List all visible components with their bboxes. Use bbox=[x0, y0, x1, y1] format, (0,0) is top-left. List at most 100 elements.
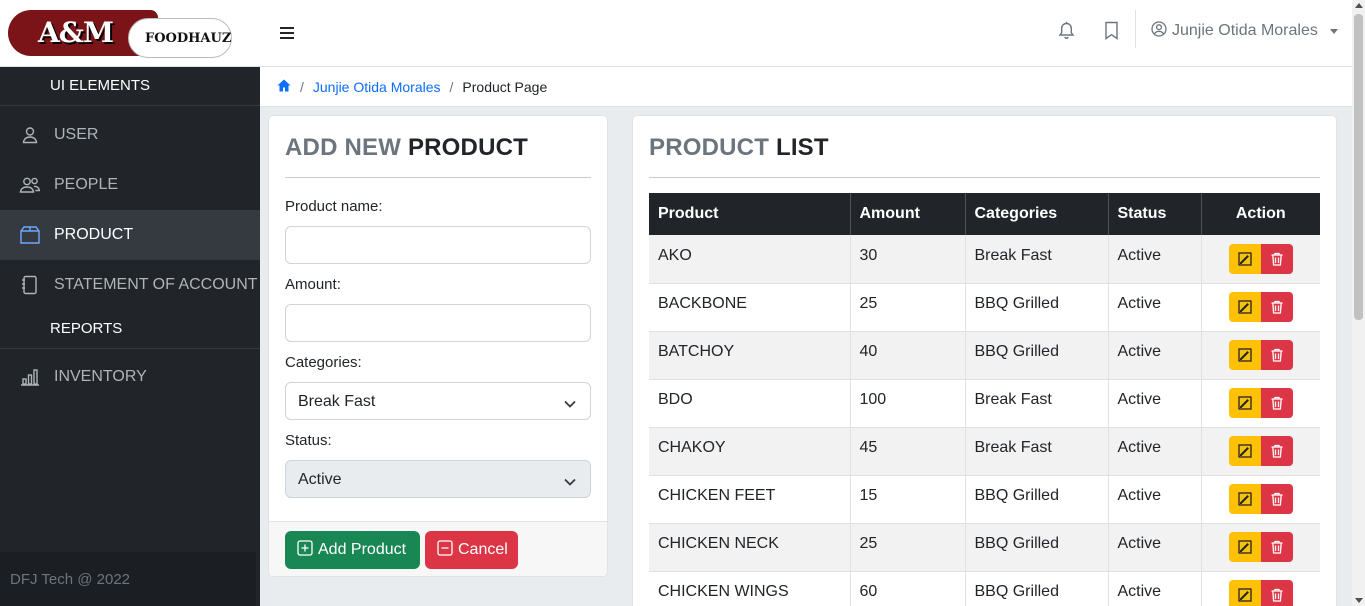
title-divider bbox=[285, 177, 591, 178]
categories-value: Break Fast bbox=[298, 393, 376, 410]
scroll-down-icon[interactable] bbox=[1355, 598, 1363, 603]
product-name-input[interactable] bbox=[285, 226, 591, 264]
edit-icon[interactable] bbox=[1228, 340, 1261, 370]
breadcrumb-user-link[interactable]: Junjie Otida Morales bbox=[313, 79, 441, 95]
menu-icon[interactable] bbox=[279, 25, 297, 41]
breadcrumb: / Junjie Otida Morales / Product Page bbox=[260, 67, 1352, 107]
cell-status: Active bbox=[1108, 571, 1202, 606]
cell-product: CHICKEN WINGS bbox=[649, 571, 851, 606]
trash-icon[interactable] bbox=[1260, 292, 1293, 322]
scrollbar-thumb[interactable] bbox=[1354, 14, 1363, 320]
form-title: ADD NEW PRODUCT bbox=[285, 134, 528, 162]
sidebar-item-label: INVENTORY bbox=[54, 368, 147, 385]
cell-category: BBQ Grilled bbox=[965, 475, 1109, 524]
trash-icon[interactable] bbox=[1260, 243, 1293, 274]
people-icon bbox=[0, 176, 54, 194]
cell-actions bbox=[1201, 235, 1320, 284]
categories-label: Categories: bbox=[285, 354, 362, 371]
brand-logo[interactable]: A&M FOODHAUZ bbox=[8, 10, 232, 58]
edit-icon[interactable] bbox=[1228, 243, 1261, 274]
cell-product: BATCHOY bbox=[649, 331, 851, 380]
trash-icon[interactable] bbox=[1260, 532, 1293, 562]
sidebar-item-label: USER bbox=[54, 126, 99, 143]
box-icon bbox=[0, 225, 54, 245]
cell-status: Active bbox=[1108, 523, 1202, 572]
cell-amount: 45 bbox=[850, 427, 966, 476]
sidebar-item-ui-elements[interactable]: UI ELEMENTS bbox=[50, 77, 150, 94]
product-name-label: Product name: bbox=[285, 198, 383, 215]
column-header-categories[interactable]: Categories bbox=[965, 193, 1109, 235]
cell-amount: 40 bbox=[850, 331, 966, 380]
cell-actions bbox=[1201, 331, 1320, 380]
list-title-bold: LIST bbox=[775, 134, 829, 161]
cell-status: Active bbox=[1108, 379, 1202, 428]
edit-icon[interactable] bbox=[1228, 580, 1261, 606]
cell-amount: 30 bbox=[850, 235, 966, 284]
status-select[interactable]: Active bbox=[285, 460, 591, 498]
table-row: AKO 30 Break Fast Active bbox=[649, 235, 1320, 284]
sidebar-item-label: STATEMENT OF ACCOUNT bbox=[54, 276, 258, 293]
page-scrollbar[interactable] bbox=[1352, 0, 1365, 606]
product-list-card: PRODUCT LIST Product Amount Categories S… bbox=[632, 115, 1337, 606]
trash-icon[interactable] bbox=[1260, 340, 1293, 370]
table-row: BDO 100 Break Fast Active bbox=[649, 379, 1320, 428]
header-divider bbox=[1135, 10, 1136, 48]
cell-product: CHICKEN FEET bbox=[649, 475, 851, 524]
sidebar-item-reports[interactable]: REPORTS bbox=[50, 320, 122, 337]
trash-icon[interactable] bbox=[1260, 484, 1293, 514]
sidebar-item-statement-of-account[interactable]: STATEMENT OF ACCOUNT bbox=[0, 260, 260, 310]
cell-product: BACKBONE bbox=[649, 283, 851, 332]
cell-actions bbox=[1201, 379, 1320, 428]
top-navbar: A&M FOODHAUZ Junjie Otida Morales bbox=[0, 0, 1352, 67]
cell-category: Break Fast bbox=[965, 379, 1109, 428]
categories-select[interactable]: Break Fast bbox=[285, 382, 591, 420]
cell-actions bbox=[1201, 571, 1320, 606]
cell-product: AKO bbox=[649, 235, 851, 284]
sidebar-item-product[interactable]: PRODUCT bbox=[0, 210, 260, 260]
trash-icon[interactable] bbox=[1260, 436, 1293, 466]
logo-pill: FOODHAUZ bbox=[128, 18, 232, 58]
sidebar-item-inventory[interactable]: INVENTORY bbox=[0, 352, 260, 402]
column-header-status[interactable]: Status bbox=[1108, 193, 1202, 235]
list-title-light: PRODUCT bbox=[649, 134, 770, 161]
add-product-label: Add Product bbox=[318, 541, 407, 558]
breadcrumb-current: Product Page bbox=[462, 78, 548, 95]
cell-amount: 25 bbox=[850, 283, 966, 332]
amount-input[interactable] bbox=[285, 304, 591, 342]
cell-actions bbox=[1201, 523, 1320, 572]
column-header-product[interactable]: Product bbox=[649, 193, 851, 235]
add-product-card: ADD NEW PRODUCT Product name: Amount: Ca… bbox=[268, 115, 608, 577]
scroll-up-icon[interactable] bbox=[1355, 3, 1363, 8]
edit-icon[interactable] bbox=[1228, 292, 1261, 322]
table-row: BACKBONE 25 BBQ Grilled Active bbox=[649, 283, 1320, 332]
edit-icon[interactable] bbox=[1228, 484, 1261, 514]
table-header-row: Product Amount Categories Status Action bbox=[649, 193, 1320, 235]
cancel-label: Cancel bbox=[458, 541, 508, 558]
sidebar-divider bbox=[0, 105, 260, 106]
edit-icon[interactable] bbox=[1228, 388, 1261, 418]
add-product-button[interactable]: Add Product bbox=[285, 531, 420, 569]
cell-amount: 60 bbox=[850, 571, 966, 606]
bar-chart-icon bbox=[0, 368, 54, 386]
cell-category: Break Fast bbox=[965, 427, 1109, 476]
home-icon[interactable] bbox=[277, 79, 291, 95]
sidebar-item-people[interactable]: PEOPLE bbox=[0, 160, 260, 210]
bookmark-icon[interactable] bbox=[1104, 21, 1119, 45]
trash-icon[interactable] bbox=[1260, 388, 1293, 418]
breadcrumb-separator: / bbox=[449, 78, 454, 95]
bell-icon[interactable] bbox=[1058, 21, 1075, 45]
column-header-amount[interactable]: Amount bbox=[850, 193, 966, 235]
plus-square-icon bbox=[297, 539, 313, 561]
edit-icon[interactable] bbox=[1228, 532, 1261, 562]
user-dropdown[interactable]: Junjie Otida Morales bbox=[1151, 20, 1338, 42]
status-label: Status: bbox=[285, 432, 332, 449]
sidebar-divider bbox=[0, 348, 260, 349]
user-icon bbox=[0, 126, 54, 144]
cell-status: Active bbox=[1108, 475, 1202, 524]
sidebar-item-label: PRODUCT bbox=[54, 226, 134, 243]
sidebar-item-user[interactable]: USER bbox=[0, 110, 260, 160]
cell-product: CHAKOY bbox=[649, 427, 851, 476]
edit-icon[interactable] bbox=[1228, 436, 1261, 466]
cancel-button[interactable]: Cancel bbox=[425, 531, 518, 569]
trash-icon[interactable] bbox=[1260, 580, 1293, 606]
